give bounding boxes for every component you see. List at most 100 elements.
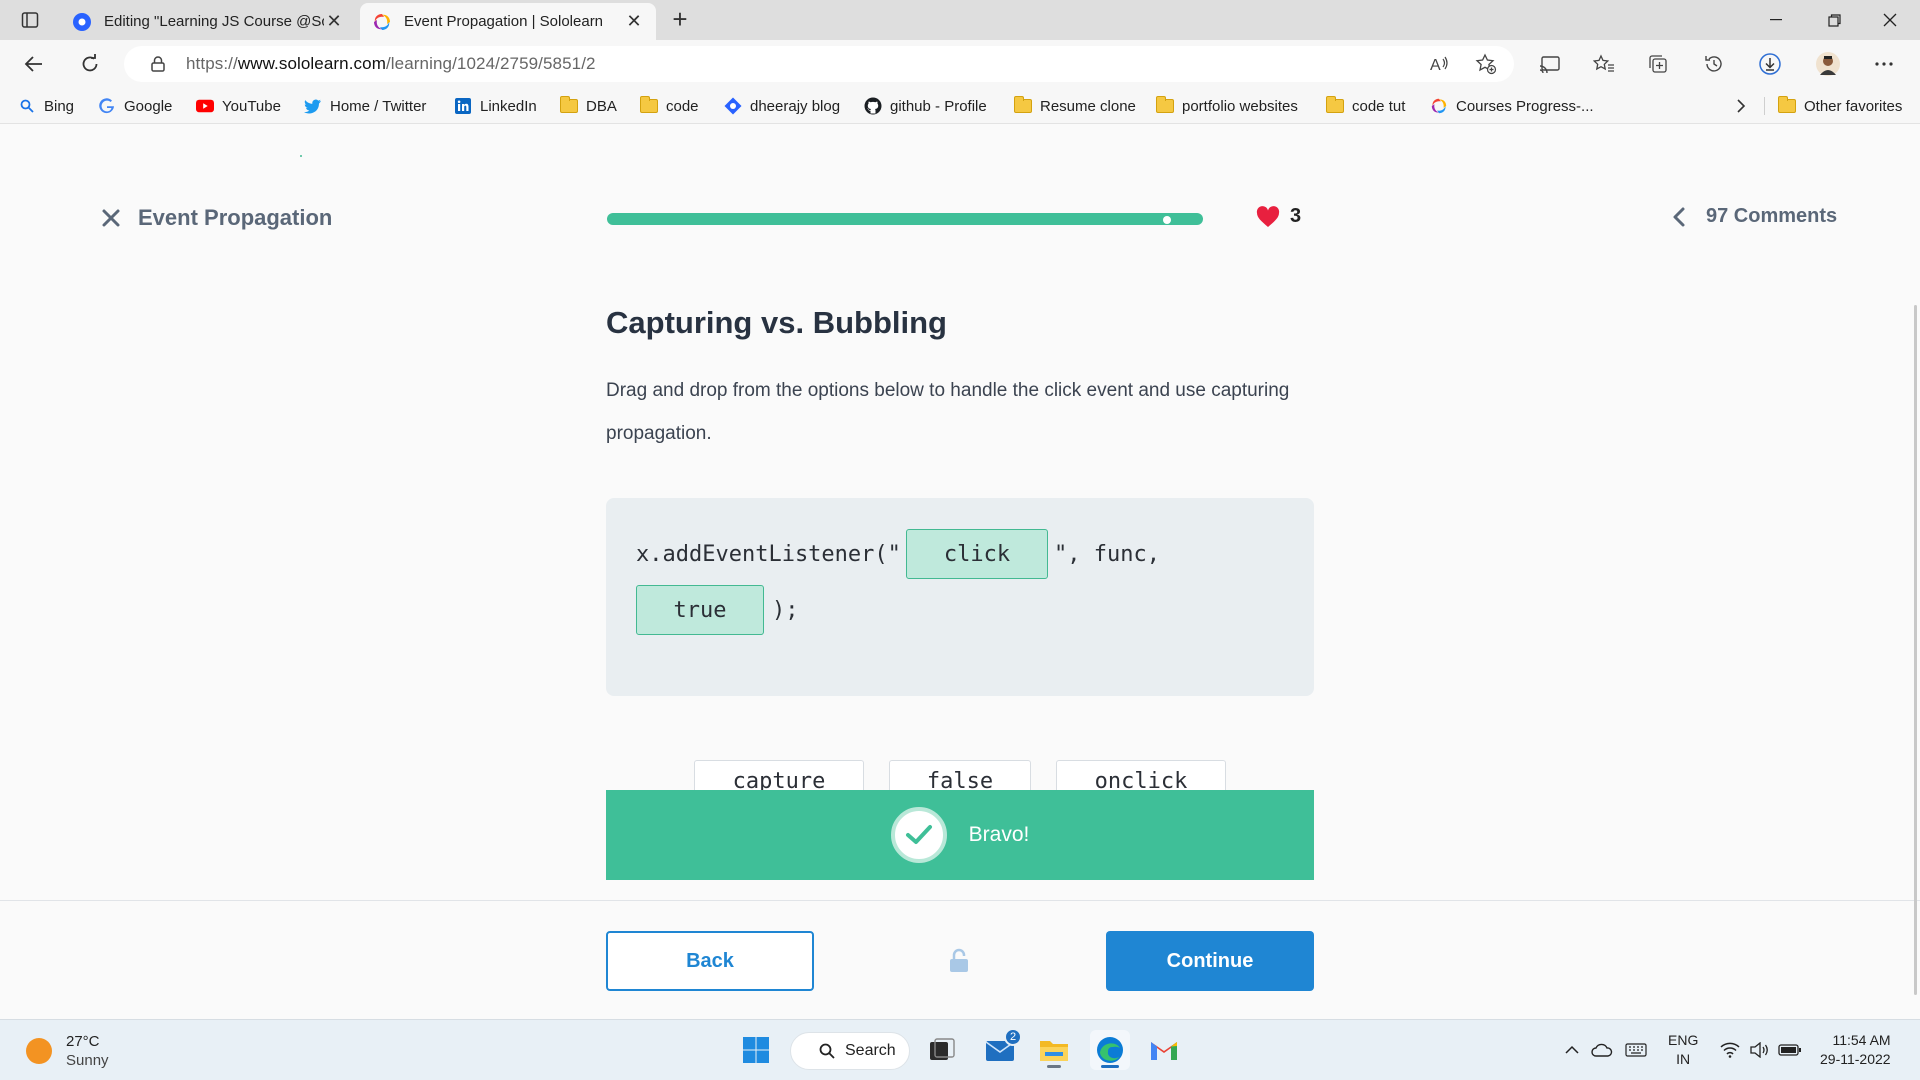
favorite-github-profile[interactable]: github - Profile <box>864 95 987 117</box>
active-indicator <box>1101 1065 1119 1068</box>
google-icon <box>98 97 116 115</box>
folder-icon <box>1014 96 1032 115</box>
folder-icon <box>1156 96 1174 115</box>
onedrive-cloud-icon[interactable] <box>1588 1036 1616 1064</box>
task-view-icon[interactable] <box>922 1030 962 1070</box>
twitter-icon <box>304 97 322 115</box>
hearts-count: 3 <box>1290 205 1302 227</box>
search-icon <box>819 1043 835 1059</box>
lesson-progress-bar <box>607 213 1203 225</box>
cast-icon[interactable] <box>1534 48 1566 80</box>
favorites-overflow-chevron-icon[interactable] <box>1736 95 1746 117</box>
wifi-icon[interactable] <box>1716 1036 1744 1064</box>
sun-icon <box>26 1038 52 1064</box>
heart-icon <box>1256 205 1280 227</box>
tab-actions-icon[interactable] <box>18 8 42 32</box>
downloads-icon[interactable] <box>1754 48 1786 80</box>
bing-search-icon <box>18 97 36 115</box>
favorite-courses-progress[interactable]: Courses Progress-... <box>1430 95 1594 117</box>
refresh-icon[interactable] <box>74 48 106 80</box>
windows-start-icon[interactable] <box>736 1030 776 1070</box>
continue-button[interactable]: Continue <box>1106 931 1314 991</box>
success-message: Bravo! <box>968 823 1030 846</box>
close-lesson-icon[interactable] <box>98 205 124 231</box>
favorite-folder-portfolio-websites[interactable]: portfolio websites <box>1156 95 1298 117</box>
lesson-page: Event Propagation 3 97 Comments Capturin… <box>0 125 1920 1019</box>
hashnode-icon <box>72 12 92 32</box>
keyboard-icon[interactable] <box>1622 1036 1650 1064</box>
page-scrollbar[interactable] <box>1914 305 1917 995</box>
battery-icon[interactable] <box>1776 1036 1804 1064</box>
lesson-title: Event Propagation <box>138 205 333 230</box>
restore-window-icon[interactable] <box>1806 0 1862 40</box>
new-tab-button[interactable]: + <box>666 6 694 34</box>
unlocked-icon <box>945 947 973 975</box>
more-options-icon[interactable] <box>1868 48 1900 80</box>
question-title: Capturing vs. Bubbling <box>606 305 947 340</box>
show-hidden-icons-chevron-up-icon[interactable] <box>1558 1036 1586 1064</box>
comments-link[interactable]: 97 Comments <box>1670 205 1837 228</box>
question-text: Drag and drop from the options below to … <box>606 380 1290 444</box>
collections-icon[interactable] <box>1642 48 1674 80</box>
favorite-folder-code[interactable]: code <box>640 95 699 117</box>
close-window-icon[interactable] <box>1862 0 1918 40</box>
code-text-start: x.addEventListener(" <box>636 542 901 567</box>
favorite-folder-dba[interactable]: DBA <box>560 95 617 117</box>
hearts-counter: 3 <box>1256 205 1301 228</box>
option-chip[interactable]: capture <box>694 760 864 790</box>
back-arrow-icon[interactable] <box>18 48 50 80</box>
minimize-window-icon[interactable] <box>1748 0 1804 40</box>
lock-icon[interactable] <box>148 56 168 72</box>
browser-tab-event-propagation[interactable]: Event Propagation | Sololearn ✕ <box>360 3 656 40</box>
browser-tab-editing[interactable]: Editing "Learning JS Course @Sc ✕ <box>60 3 356 40</box>
sololearn-icon <box>372 12 392 32</box>
system-clock[interactable]: 11:54 AM 29-11-2022 <box>1820 1031 1891 1069</box>
gmail-icon[interactable] <box>1144 1030 1184 1070</box>
profile-avatar[interactable] <box>1812 48 1844 80</box>
volume-icon[interactable] <box>1746 1036 1774 1064</box>
add-favorite-icon[interactable] <box>1470 48 1502 80</box>
history-icon[interactable] <box>1698 48 1730 80</box>
comments-label: 97 Comments <box>1706 205 1838 227</box>
read-aloud-icon[interactable]: A <box>1424 48 1456 80</box>
success-banner: Bravo! <box>606 790 1314 880</box>
favorite-folder-code-tut[interactable]: code tut <box>1326 95 1405 117</box>
favorite-dheerajy-blog[interactable]: dheerajy blog <box>724 95 840 117</box>
address-bar[interactable]: https://www.sololearn.com/learning/1024/… <box>124 46 1514 82</box>
tab-title: Editing "Learning JS Course @Sc <box>104 13 324 30</box>
option-chip[interactable]: onclick <box>1056 760 1226 790</box>
folder-icon <box>640 96 658 115</box>
windows-taskbar: 27°C Sunny Search 2 ENG IN 11:54 AM 29-1… <box>0 1019 1920 1080</box>
svg-text:A: A <box>1430 57 1441 73</box>
other-favorites-folder[interactable]: Other favorites <box>1778 95 1902 117</box>
option-chip[interactable]: false <box>889 760 1031 790</box>
code-text-end: ); <box>772 598 799 623</box>
answer-slot-use-capture[interactable]: true <box>636 585 764 635</box>
close-tab-icon[interactable]: ✕ <box>324 11 344 32</box>
file-explorer-icon[interactable] <box>1034 1030 1074 1070</box>
mail-icon[interactable]: 2 <box>980 1028 1022 1070</box>
edge-browser-icon[interactable] <box>1090 1030 1130 1070</box>
folder-icon <box>560 96 578 115</box>
favorite-youtube[interactable]: YouTube <box>196 95 281 117</box>
favorite-folder-resume-clone[interactable]: Resume clone <box>1014 95 1136 117</box>
github-icon <box>864 97 882 115</box>
input-language[interactable]: ENG IN <box>1668 1031 1698 1069</box>
favorite-twitter[interactable]: Home / Twitter <box>304 95 426 117</box>
close-tab-icon[interactable]: ✕ <box>624 11 644 32</box>
sololearn-icon <box>1430 97 1448 115</box>
answer-slot-event-type[interactable]: click <box>906 529 1048 579</box>
folder-icon <box>1326 96 1344 115</box>
favorite-bing[interactable]: Bing <box>18 95 74 117</box>
favorite-google[interactable]: Google <box>98 95 172 117</box>
back-button[interactable]: Back <box>606 931 814 991</box>
progress-knob <box>1163 216 1172 224</box>
browser-nav-bar: https://www.sololearn.com/learning/1024/… <box>0 40 1920 88</box>
checkmark-icon <box>890 807 947 863</box>
favorite-linkedin[interactable]: LinkedIn <box>454 95 537 117</box>
favorites-icon[interactable] <box>1588 48 1620 80</box>
taskbar-search[interactable]: Search <box>790 1032 910 1070</box>
tab-title: Event Propagation | Sololearn <box>404 13 604 30</box>
weather-widget[interactable]: 27°C Sunny <box>26 1032 109 1070</box>
linkedin-icon <box>454 97 472 115</box>
